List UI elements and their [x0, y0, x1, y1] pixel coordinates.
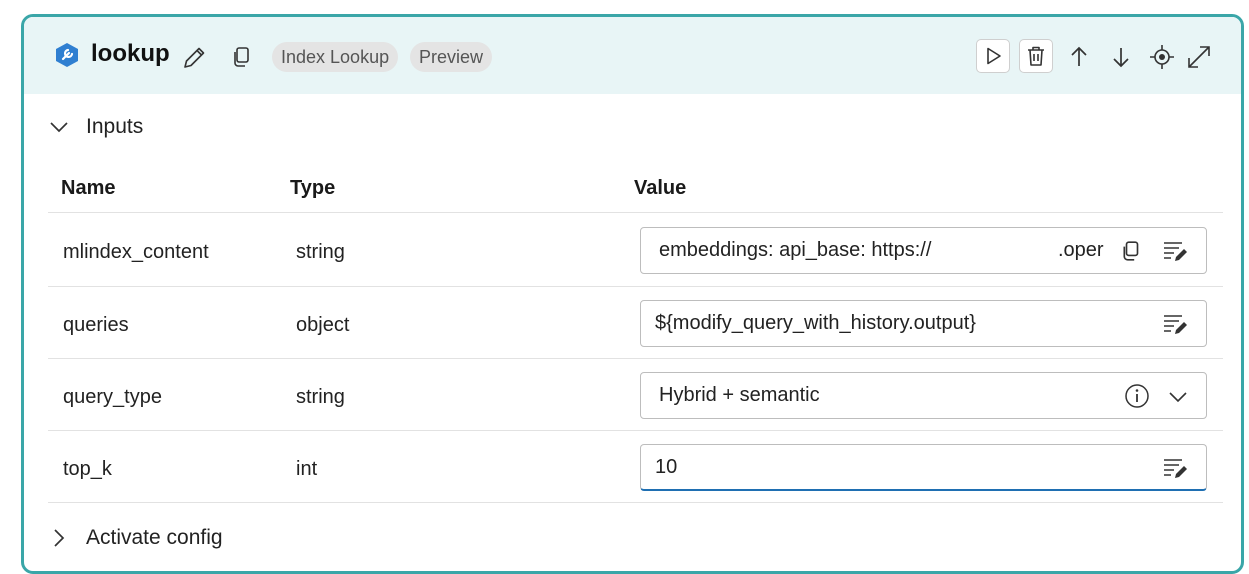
- chevron-down-icon[interactable]: [1165, 383, 1191, 409]
- divider: [48, 430, 1223, 431]
- row-name: query_type: [63, 386, 162, 408]
- edit-text-icon[interactable]: [1162, 311, 1188, 337]
- top-k-field[interactable]: 10: [640, 444, 1207, 491]
- locate-icon[interactable]: [1149, 44, 1175, 70]
- divider: [48, 286, 1223, 287]
- mlindex-content-field[interactable]: embeddings: api_base: https:// .oper: [640, 227, 1207, 274]
- arrow-down-icon[interactable]: [1108, 44, 1134, 70]
- expand-icon[interactable]: [1186, 44, 1212, 70]
- inputs-section-label: Inputs: [86, 115, 144, 138]
- row-type: object: [296, 314, 350, 336]
- pencil-icon[interactable]: [181, 45, 207, 71]
- play-icon: [987, 47, 1001, 65]
- chevron-down-icon: [50, 122, 68, 133]
- node-title: lookup: [91, 40, 170, 67]
- value-text-end: .oper: [1058, 239, 1104, 261]
- activate-config-label: Activate config: [86, 526, 223, 549]
- edit-text-icon[interactable]: [1162, 238, 1188, 264]
- wrench-icon: [56, 43, 78, 67]
- divider: [48, 502, 1223, 503]
- tag-preview: Preview: [410, 42, 493, 72]
- row-type: string: [296, 386, 345, 408]
- value-text: ${modify_query_with_history.output}: [655, 312, 976, 334]
- node-card: lookup Index Lookup Preview Inputs Name …: [21, 14, 1244, 574]
- queries-field[interactable]: ${modify_query_with_history.output}: [640, 300, 1207, 347]
- edit-text-icon[interactable]: [1162, 455, 1188, 481]
- column-header-name: Name: [61, 177, 116, 199]
- column-header-value: Value: [634, 177, 687, 199]
- chevron-right-icon: [54, 529, 65, 547]
- info-icon[interactable]: [1124, 383, 1150, 409]
- row-type: string: [296, 241, 345, 263]
- divider: [48, 358, 1223, 359]
- delete-button[interactable]: [1019, 39, 1053, 73]
- activate-config-toggle[interactable]: Activate config: [48, 526, 223, 550]
- run-button[interactable]: [976, 39, 1010, 73]
- row-type: int: [296, 458, 318, 480]
- inputs-section-toggle[interactable]: Inputs: [48, 115, 143, 139]
- query-type-dropdown[interactable]: Hybrid + semantic: [640, 372, 1207, 419]
- copy-icon[interactable]: [232, 46, 252, 68]
- node-header: lookup Index Lookup Preview: [24, 17, 1241, 94]
- arrow-up-icon[interactable]: [1066, 44, 1092, 70]
- trash-icon: [1028, 46, 1044, 66]
- row-name: queries: [63, 314, 129, 336]
- row-name: top_k: [63, 458, 112, 480]
- row-name: mlindex_content: [63, 241, 209, 263]
- tag-index-lookup: Index Lookup: [272, 42, 399, 72]
- value-text-start: embeddings: api_base: https://: [659, 239, 932, 261]
- divider: [48, 212, 1223, 213]
- copy-icon[interactable]: [1121, 238, 1143, 264]
- selected-value: Hybrid + semantic: [659, 384, 820, 406]
- value-text: 10: [655, 456, 678, 478]
- column-header-type: Type: [290, 177, 336, 199]
